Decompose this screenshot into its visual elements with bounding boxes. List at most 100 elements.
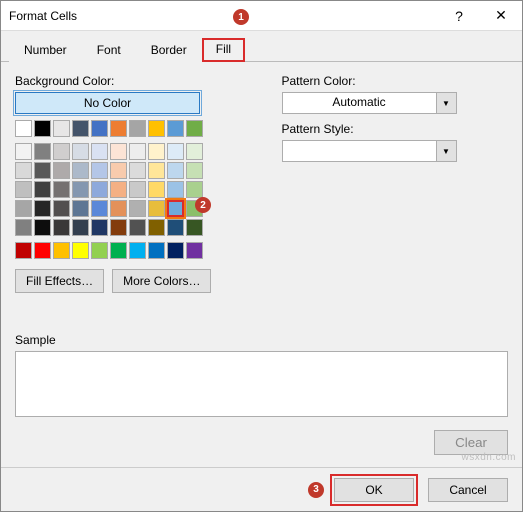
swatch-standard-0[interactable] [15, 242, 32, 259]
swatch-tint-1-2[interactable] [53, 162, 70, 179]
swatch-tint-3-1[interactable] [34, 200, 51, 217]
swatch-tint-4-5[interactable] [110, 219, 127, 236]
swatch-theme-9[interactable] [186, 120, 203, 137]
chevron-down-icon: ▼ [436, 93, 456, 113]
swatch-tint-3-2[interactable] [53, 200, 70, 217]
callout-3: 3 [308, 482, 324, 498]
swatch-tint-3-5[interactable] [110, 200, 127, 217]
close-button[interactable]: ✕ [480, 1, 522, 31]
swatch-theme-7[interactable] [148, 120, 165, 137]
col-pattern: Pattern Color: Automatic ▼ Pattern Style… [282, 74, 509, 293]
pattern-style-dropdown[interactable]: ▼ [282, 140, 457, 162]
swatch-standard-2[interactable] [53, 242, 70, 259]
swatch-standard-4[interactable] [91, 242, 108, 259]
swatch-tint-1-5[interactable] [110, 162, 127, 179]
swatch-tint-0-9[interactable] [186, 143, 203, 160]
swatch-tint-4-7[interactable] [148, 219, 165, 236]
swatch-tint-2-1[interactable] [34, 181, 51, 198]
swatch-tint-2-2[interactable] [53, 181, 70, 198]
label-background-color: Background Color: [15, 74, 242, 88]
label-pattern-color: Pattern Color: [282, 74, 509, 88]
swatch-tint-3-4[interactable] [91, 200, 108, 217]
swatch-tint-0-0[interactable] [15, 143, 32, 160]
label-sample: Sample [15, 333, 508, 347]
sample-section: Sample [15, 333, 508, 417]
help-button[interactable]: ? [438, 1, 480, 31]
swatch-standard-3[interactable] [72, 242, 89, 259]
tab-border[interactable]: Border [136, 38, 202, 62]
cancel-button[interactable]: Cancel [428, 478, 508, 502]
swatch-tint-0-7[interactable] [148, 143, 165, 160]
swatch-tint-0-1[interactable] [34, 143, 51, 160]
swatch-tint-1-8[interactable] [167, 162, 184, 179]
swatch-theme-5[interactable] [110, 120, 127, 137]
swatch-tint-3-0[interactable] [15, 200, 32, 217]
sample-preview [15, 351, 508, 417]
swatch-tint-0-2[interactable] [53, 143, 70, 160]
swatch-tint-4-0[interactable] [15, 219, 32, 236]
ok-button[interactable]: OK [334, 478, 414, 502]
swatch-theme-6[interactable] [129, 120, 146, 137]
format-cells-dialog: Format Cells ? ✕ Number Font Border Fill… [0, 0, 523, 512]
pattern-style-value [283, 141, 436, 161]
swatch-tint-4-9[interactable] [186, 219, 203, 236]
swatch-tint-0-3[interactable] [72, 143, 89, 160]
swatch-tint-4-8[interactable] [167, 219, 184, 236]
swatch-tint-2-8[interactable] [167, 181, 184, 198]
swatch-theme-1[interactable] [34, 120, 51, 137]
swatch-tint-2-0[interactable] [15, 181, 32, 198]
swatch-tint-2-3[interactable] [72, 181, 89, 198]
palette-theme-row [15, 120, 242, 137]
swatch-tint-1-3[interactable] [72, 162, 89, 179]
swatch-tint-1-9[interactable] [186, 162, 203, 179]
swatch-tint-0-4[interactable] [91, 143, 108, 160]
titlebar: Format Cells ? ✕ [1, 1, 522, 31]
swatch-tint-1-7[interactable] [148, 162, 165, 179]
swatch-standard-9[interactable] [186, 242, 203, 259]
swatch-tint-2-9[interactable] [186, 181, 203, 198]
swatch-tint-4-4[interactable] [91, 219, 108, 236]
swatch-tint-4-3[interactable] [72, 219, 89, 236]
swatch-theme-8[interactable] [167, 120, 184, 137]
dialog-content: Background Color: No Color 2 Fill Effect… [1, 62, 522, 305]
callout-2: 2 [195, 197, 211, 213]
swatch-tint-3-6[interactable] [129, 200, 146, 217]
fill-effects-button[interactable]: Fill Effects… [15, 269, 104, 293]
swatch-tint-3-8[interactable] [167, 200, 184, 217]
swatch-tint-1-4[interactable] [91, 162, 108, 179]
dialog-footer: 3 OK Cancel [1, 467, 522, 511]
swatch-tint-3-7[interactable] [148, 200, 165, 217]
swatch-standard-6[interactable] [129, 242, 146, 259]
swatch-tint-1-6[interactable] [129, 162, 146, 179]
palette-tint-grid: 2 [15, 143, 242, 236]
swatch-standard-8[interactable] [167, 242, 184, 259]
no-color-button[interactable]: No Color [15, 92, 200, 114]
swatch-tint-4-1[interactable] [34, 219, 51, 236]
swatch-tint-4-6[interactable] [129, 219, 146, 236]
swatch-tint-0-8[interactable] [167, 143, 184, 160]
tab-fill[interactable]: Fill [202, 38, 245, 62]
swatch-theme-4[interactable] [91, 120, 108, 137]
swatch-tint-0-5[interactable] [110, 143, 127, 160]
tab-font[interactable]: Font [82, 38, 136, 62]
swatch-tint-3-3[interactable] [72, 200, 89, 217]
swatch-standard-5[interactable] [110, 242, 127, 259]
swatch-tint-4-2[interactable] [53, 219, 70, 236]
swatch-tint-2-7[interactable] [148, 181, 165, 198]
chevron-down-icon: ▼ [436, 141, 456, 161]
swatch-tint-1-0[interactable] [15, 162, 32, 179]
swatch-tint-2-4[interactable] [91, 181, 108, 198]
tab-bar: Number Font Border Fill 1 [1, 31, 522, 62]
pattern-color-dropdown[interactable]: Automatic ▼ [282, 92, 457, 114]
swatch-tint-2-5[interactable] [110, 181, 127, 198]
tab-number[interactable]: Number [9, 38, 82, 62]
swatch-tint-2-6[interactable] [129, 181, 146, 198]
swatch-standard-1[interactable] [34, 242, 51, 259]
swatch-theme-0[interactable] [15, 120, 32, 137]
swatch-theme-2[interactable] [53, 120, 70, 137]
swatch-theme-3[interactable] [72, 120, 89, 137]
swatch-standard-7[interactable] [148, 242, 165, 259]
swatch-tint-0-6[interactable] [129, 143, 146, 160]
swatch-tint-1-1[interactable] [34, 162, 51, 179]
more-colors-button[interactable]: More Colors… [112, 269, 211, 293]
